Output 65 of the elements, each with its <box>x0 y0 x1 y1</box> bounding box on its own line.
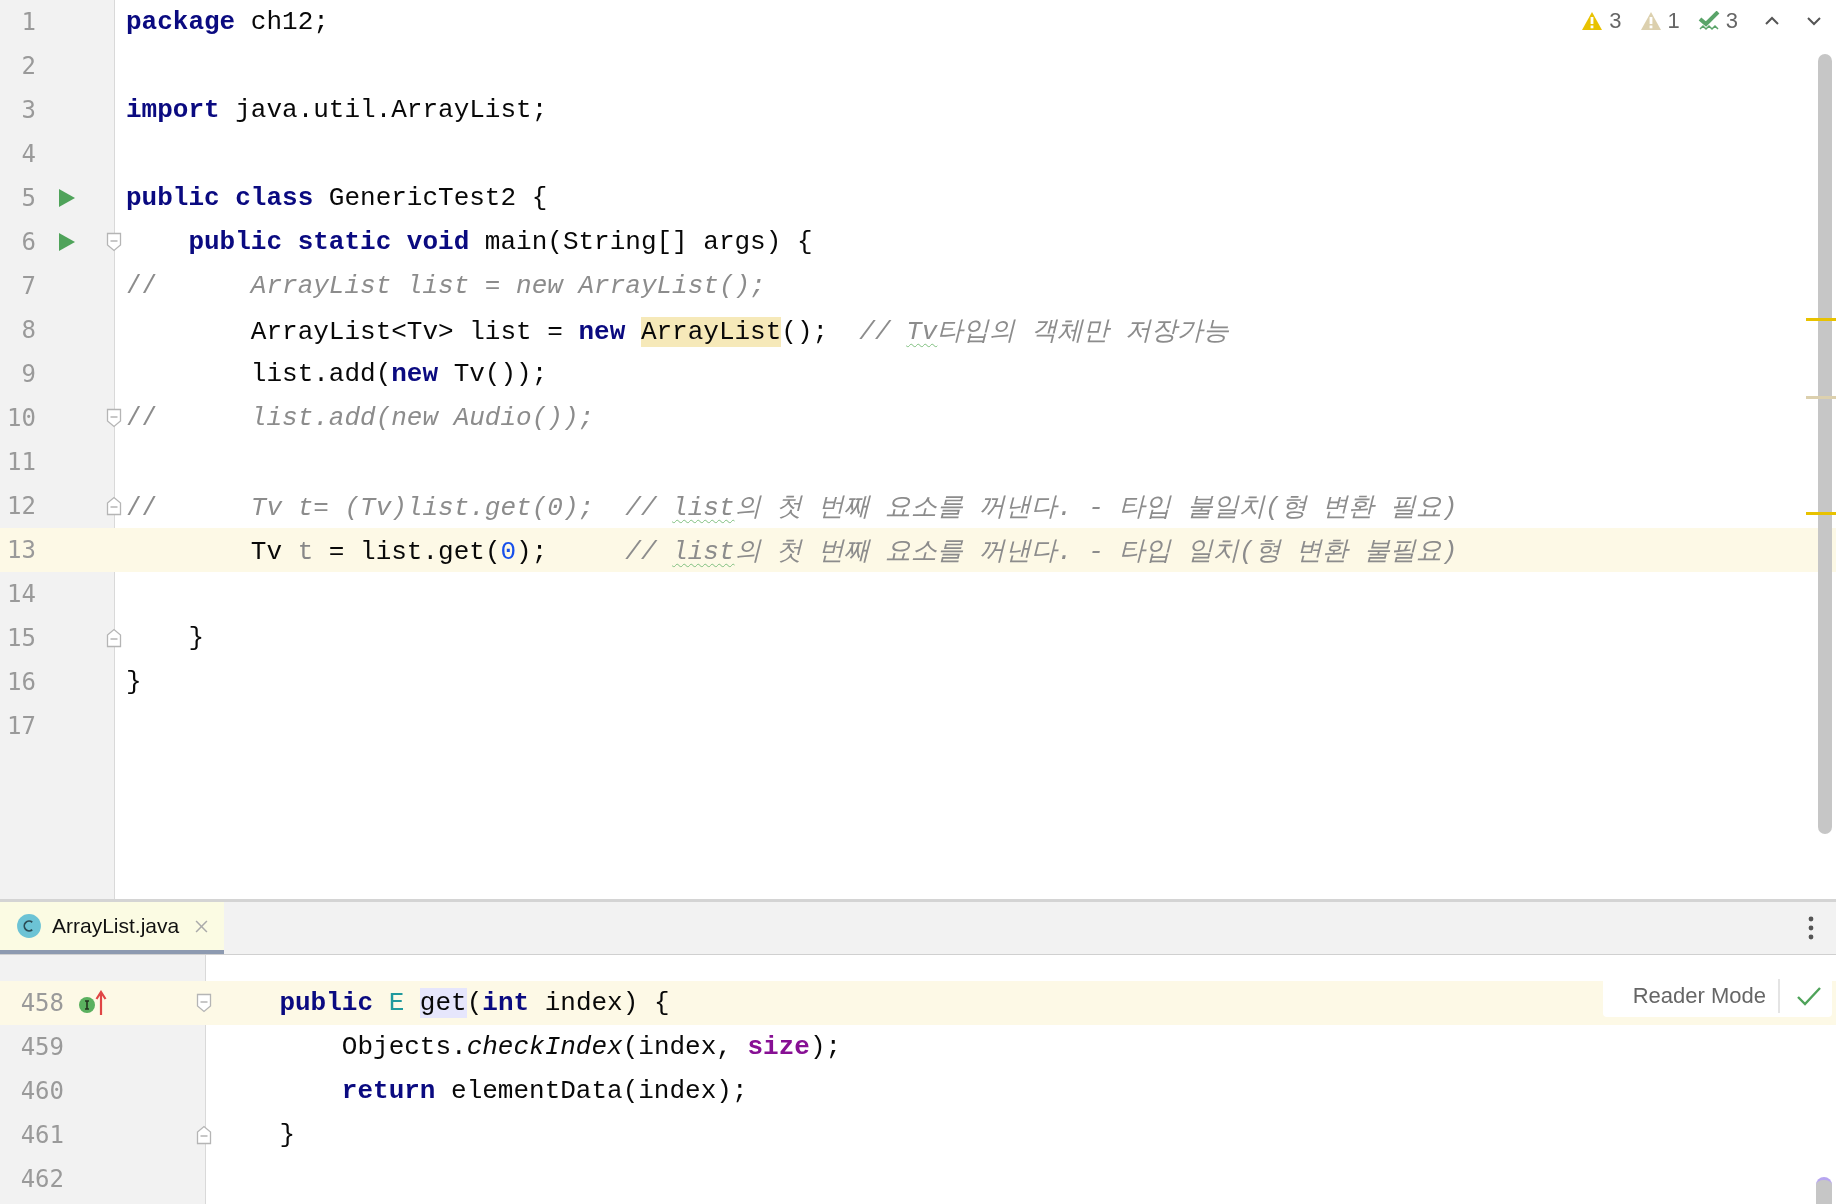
line-number: 14 <box>6 580 36 608</box>
line-number: 9 <box>20 360 36 388</box>
more-options-icon[interactable] <box>1808 916 1814 940</box>
tab-label: ArrayList.java <box>52 914 180 938</box>
fold-icon[interactable] <box>196 993 212 1013</box>
close-icon[interactable] <box>195 919 209 933</box>
warning-icon <box>1639 11 1662 31</box>
line-number: 1 <box>20 8 36 36</box>
code-line: // ArrayList list = new ArrayList(); <box>126 271 766 301</box>
code-line: // list.add(new Audio()); <box>126 403 595 433</box>
line-number: 13 <box>6 536 36 564</box>
code-line: public E get(int index) { <box>278 988 670 1018</box>
fold-icon[interactable] <box>106 408 122 428</box>
line-number: 2 <box>20 52 36 80</box>
line-number: 16 <box>6 668 36 696</box>
line-number: 460 <box>19 1077 64 1105</box>
scrollbar-thumb[interactable] <box>1818 54 1832 834</box>
line-number: 4 <box>20 140 36 168</box>
line-number: 6 <box>20 228 36 256</box>
code-line: Tv t = list.get(0); // list의 첫 번째 요소를 꺼낸다. - 타입 일치(형 변환 불필요) <box>249 535 1458 568</box>
implements-icon[interactable] <box>78 990 108 1016</box>
warning-count[interactable]: 1 <box>1639 8 1680 34</box>
code-line: } <box>187 623 204 653</box>
line-number: 17 <box>6 712 36 740</box>
count-label: 1 <box>1667 8 1680 34</box>
warning-icon <box>1581 11 1604 31</box>
code-line: ArrayList<Tv> list = new ArrayList(); // Tv타입의 객체만 저장가능 <box>249 315 1229 348</box>
typo-count[interactable]: 3 <box>1697 8 1738 34</box>
fold-icon[interactable] <box>106 628 122 648</box>
code-line: // Tv t= (Tv)list.get(0); // list의 첫 번째 요소를 꺼낸다. - 타입 불일치(형 변환 필요) <box>126 491 1458 524</box>
fold-icon[interactable] <box>196 1125 212 1145</box>
code-line: } <box>126 667 142 697</box>
warning-count[interactable]: 3 <box>1581 8 1622 34</box>
line-number: 3 <box>20 96 36 124</box>
code-line: import java.util.ArrayList; <box>126 95 548 125</box>
line-number: 12 <box>6 492 36 520</box>
run-icon[interactable] <box>58 232 76 252</box>
code-line: public static void main(String[] args) { <box>187 227 813 257</box>
line-number: 459 <box>19 1033 64 1061</box>
line-number: 461 <box>19 1121 64 1149</box>
line-number: 458 <box>19 989 64 1017</box>
line-number: 15 <box>6 624 36 652</box>
fold-icon[interactable] <box>106 232 122 252</box>
code-line: public class GenericTest2 { <box>126 183 548 213</box>
line-number: 5 <box>20 184 36 212</box>
scrollbar-thumb[interactable] <box>1816 1177 1832 1204</box>
count-label: 3 <box>1609 8 1622 34</box>
fold-icon[interactable] <box>106 496 122 516</box>
line-number: 10 <box>6 404 36 432</box>
code-line: } <box>278 1120 295 1150</box>
line-number: 11 <box>6 448 36 476</box>
count-label: 3 <box>1725 8 1738 34</box>
run-icon[interactable] <box>58 188 76 208</box>
line-number: 8 <box>20 316 36 344</box>
file-tab[interactable]: ArrayList.java <box>0 902 225 954</box>
code-line: return elementData(index); <box>340 1076 748 1106</box>
typo-check-icon <box>1697 11 1720 31</box>
line-number: 7 <box>20 272 36 300</box>
class-icon <box>16 913 42 939</box>
code-line: Objects.checkIndex(index, size); <box>340 1032 842 1062</box>
check-icon[interactable] <box>1796 985 1822 1007</box>
code-line: package ch12; <box>126 7 329 37</box>
line-number: 462 <box>19 1165 64 1193</box>
code-line: list.add(new Tv()); <box>249 359 548 389</box>
reader-mode-button[interactable]: Reader Mode <box>1632 979 1780 1013</box>
